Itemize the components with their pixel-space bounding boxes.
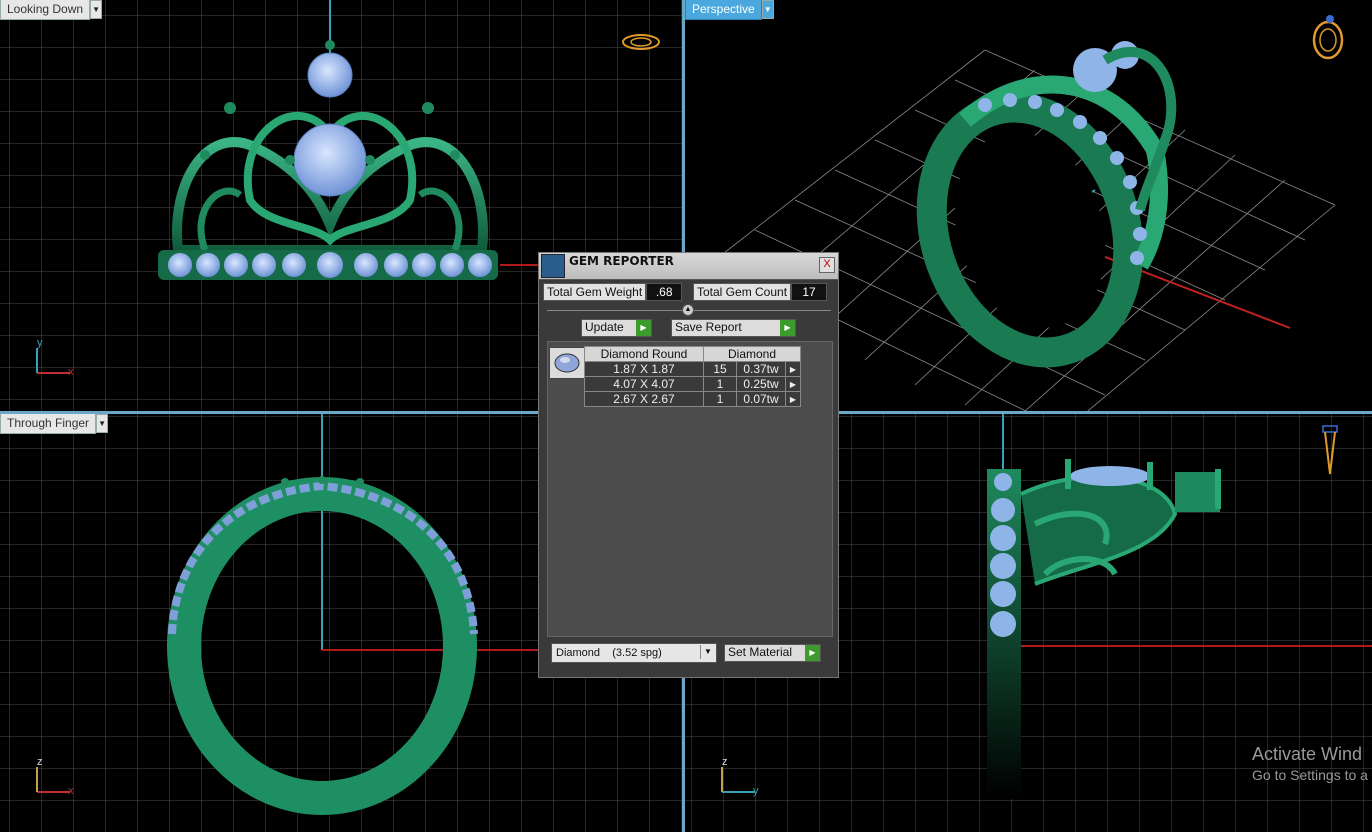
gem-reporter-icon — [541, 254, 565, 278]
play-arrow-icon: ▶ — [780, 320, 795, 336]
diamond-thumbnail — [549, 347, 585, 379]
viewport-title[interactable]: Looking Down — [0, 0, 91, 20]
row-size: 1.87 X 1.87 — [584, 361, 704, 377]
table-row[interactable]: 4.07 X 4.07 1 0.25tw ▶ — [584, 376, 801, 392]
activation-watermark: Activate Wind Go to Settings to a — [1252, 744, 1368, 783]
row-count: 1 — [703, 391, 737, 407]
row-weight: 0.25tw — [736, 376, 786, 392]
row-size: 4.07 X 4.07 — [584, 376, 704, 392]
table-row[interactable]: 2.67 X 2.67 1 0.07tw ▶ — [584, 391, 801, 407]
chevron-down-icon[interactable]: ▼ — [90, 0, 103, 19]
axis-label-z: z — [37, 756, 43, 768]
row-select-arrow-icon[interactable]: ▶ — [785, 361, 801, 377]
gem-list-panel: Diamond Round Diamond 1.87 X 1.87 15 0.3… — [547, 341, 833, 637]
row-count: 1 — [703, 376, 737, 392]
watermark-line1: Activate Wind — [1252, 744, 1363, 764]
row-weight: 0.07tw — [736, 391, 786, 407]
axis-label-y: y — [753, 785, 759, 797]
total-gem-weight-value: .68 — [646, 283, 683, 301]
total-gem-count: Total Gem Count 17 — [693, 283, 828, 301]
total-gem-count-value: 17 — [791, 283, 828, 301]
row-size: 2.67 X 2.67 — [584, 391, 704, 407]
chevron-down-icon[interactable]: ▼ — [761, 0, 774, 19]
update-button-label: Update — [585, 320, 624, 334]
viewport-title[interactable]: Perspective — [685, 0, 762, 20]
gem-reporter-dialog: GEM REPORTER X Total Gem Weight .68 Tota… — [538, 252, 839, 678]
chevron-down-icon[interactable]: ▼ — [700, 645, 715, 659]
update-button[interactable]: Update ▶ — [581, 319, 652, 337]
ring-perspective — [916, 41, 1177, 368]
total-gem-weight: Total Gem Weight .68 — [543, 283, 683, 301]
row-select-arrow-icon[interactable]: ▶ — [785, 376, 801, 392]
set-material-button-label: Set Material — [728, 645, 793, 659]
dialog-titlebar[interactable]: GEM REPORTER X — [539, 253, 838, 280]
material-select-value: Diamond (3.52 spg) — [556, 647, 662, 659]
gem-table-header: Diamond Round Diamond — [584, 346, 801, 362]
total-gem-weight-label: Total Gem Weight — [543, 283, 647, 301]
viewport-menu-perspective[interactable]: Perspective ▼ — [685, 0, 774, 20]
row-select-arrow-icon[interactable]: ▶ — [785, 391, 801, 407]
viewport-menu-through-finger[interactable]: Through Finger ▼ — [0, 414, 109, 434]
dialog-title: GEM REPORTER — [569, 254, 674, 268]
collapse-icon[interactable]: ▲ — [682, 304, 694, 316]
save-report-button-label: Save Report — [675, 320, 742, 334]
material-select[interactable]: Diamond (3.52 spg) ▼ — [551, 643, 717, 663]
header-material: Diamond — [703, 346, 801, 362]
viewport-menu-looking-down[interactable]: Looking Down ▼ — [0, 0, 103, 20]
chevron-down-icon[interactable]: ▼ — [96, 414, 109, 433]
row-count: 15 — [703, 361, 737, 377]
close-icon[interactable]: X — [819, 257, 835, 273]
ring-view-icon[interactable] — [1312, 15, 1344, 60]
table-row[interactable]: 1.87 X 1.87 15 0.37tw ▶ — [584, 361, 801, 377]
viewport-title[interactable]: Through Finger — [0, 414, 97, 434]
axis-label-y: y — [37, 337, 43, 349]
header-shape: Diamond Round — [584, 346, 704, 362]
axis-label-z: z — [722, 756, 728, 768]
total-gem-count-label: Total Gem Count — [693, 283, 792, 301]
play-arrow-icon: ▶ — [636, 320, 651, 336]
play-arrow-icon: ▶ — [805, 645, 820, 661]
row-weight: 0.37tw — [736, 361, 786, 377]
axis-label-x: x — [68, 366, 74, 378]
save-report-button[interactable]: Save Report ▶ — [671, 319, 796, 337]
set-material-button[interactable]: Set Material ▶ — [724, 644, 821, 662]
axis-label-x: x — [68, 785, 74, 797]
gem-table: Diamond Round Diamond 1.87 X 1.87 15 0.3… — [584, 346, 801, 407]
watermark-line2: Go to Settings to a — [1252, 767, 1368, 783]
